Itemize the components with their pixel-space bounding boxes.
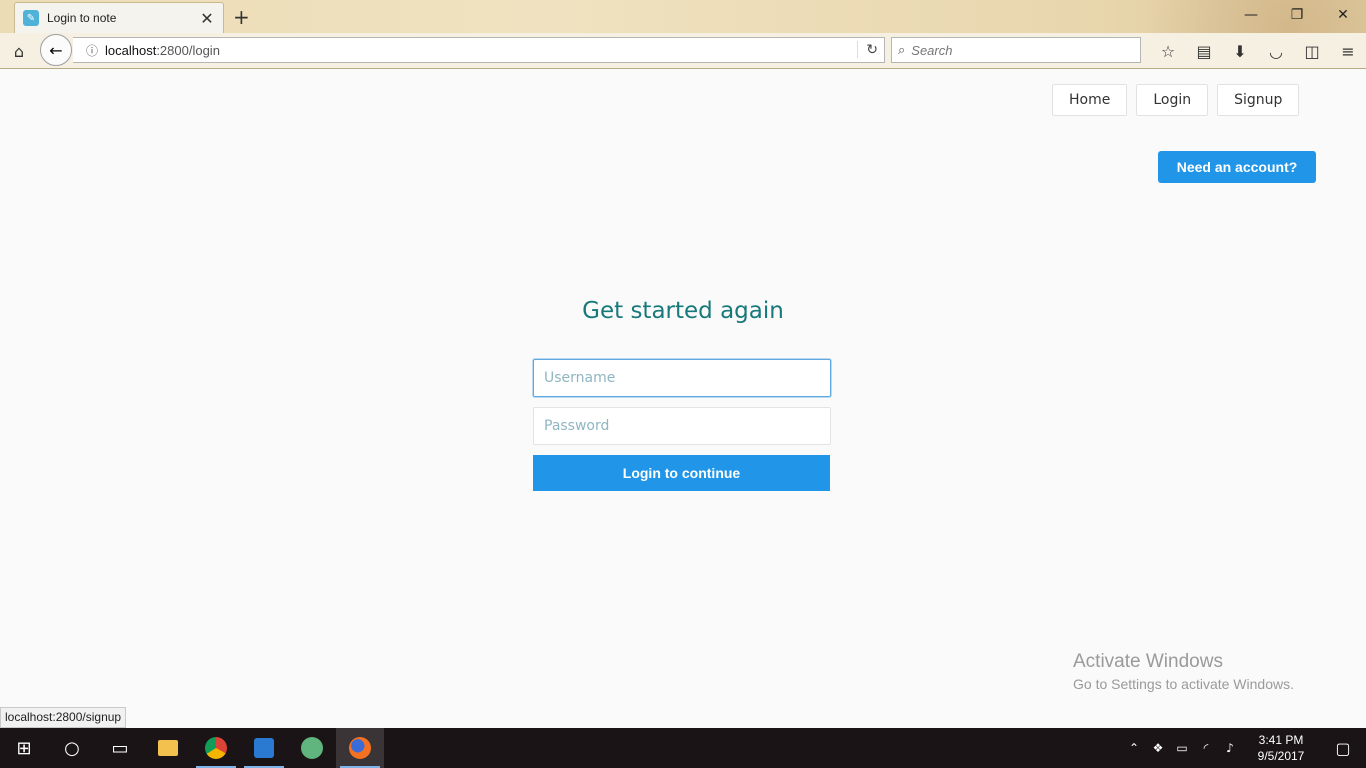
browser-home-icon[interactable]: ⌂ <box>4 36 34 66</box>
menu-icon[interactable]: ≡ <box>1330 36 1366 66</box>
action-center-icon[interactable]: ▢ <box>1320 739 1366 758</box>
reading-list-icon[interactable]: ▤ <box>1186 36 1222 66</box>
url-bar[interactable]: ⓘ localhost:2800/login ↻ <box>73 37 885 63</box>
status-url: localhost:2800/signup <box>0 707 127 728</box>
show-hidden-icons-icon[interactable]: ⌃ <box>1122 741 1146 755</box>
close-window-icon[interactable]: ✕ <box>1320 0 1366 30</box>
clock-time: 3:41 PM <box>1258 733 1304 747</box>
taskbar: ⊞ ○ ▭ ⌃ ❖ ▭ ◜ ♪ 3:41 PM 9/5/2017 ▢ <box>0 728 1366 768</box>
login-button[interactable]: Login to continue <box>533 455 830 491</box>
tab-title: Login to note <box>47 11 117 25</box>
battery-icon[interactable]: ▭ <box>1170 741 1194 755</box>
file-explorer-icon[interactable] <box>144 728 192 768</box>
activate-windows-watermark: Activate Windows Go to Settings to activ… <box>1073 651 1294 692</box>
download-icon[interactable]: ⬇ <box>1222 36 1258 66</box>
search-bar[interactable]: ⌕ Search <box>891 37 1141 63</box>
top-navigation: Home Login Signup <box>1052 84 1300 116</box>
toolbar-icons: ☆ ▤ ⬇ ◡ ◫ ≡ <box>1150 36 1366 66</box>
page-content: Home Login Signup Need an account? Get s… <box>0 69 1366 728</box>
task-view-icon[interactable]: ▭ <box>96 728 144 768</box>
reload-icon[interactable]: ↻ <box>857 41 878 58</box>
nav-signup-link[interactable]: Signup <box>1217 84 1300 116</box>
clock[interactable]: 3:41 PM 9/5/2017 <box>1242 732 1320 764</box>
atom-icon[interactable] <box>288 728 336 768</box>
need-account-button[interactable]: Need an account? <box>1158 151 1316 183</box>
system-tray: ⌃ ❖ ▭ ◜ ♪ 3:41 PM 9/5/2017 ▢ <box>1122 728 1366 768</box>
bookmark-star-icon[interactable]: ☆ <box>1150 36 1186 66</box>
nav-login-link[interactable]: Login <box>1136 84 1209 116</box>
url-text: localhost:2800/login <box>105 43 220 58</box>
watermark-subtitle: Go to Settings to activate Windows. <box>1073 676 1294 692</box>
browser-tab[interactable]: ✎ Login to note ✕ <box>14 2 224 33</box>
search-icon: ⌕ <box>898 42 906 57</box>
tab-close-icon[interactable]: ✕ <box>199 9 215 28</box>
window-controls: — ❐ ✕ <box>1228 0 1366 30</box>
watermark-title: Activate Windows <box>1073 651 1223 672</box>
cortana-icon[interactable]: ○ <box>48 728 96 768</box>
firefox-icon[interactable] <box>336 728 384 768</box>
tab-favicon-icon: ✎ <box>23 10 39 26</box>
site-info-icon[interactable]: ⓘ <box>79 42 105 59</box>
url-host: localhost <box>105 42 157 58</box>
sidebar-icon[interactable]: ◫ <box>1294 36 1330 66</box>
minimize-icon[interactable]: — <box>1228 0 1274 30</box>
url-path: :2800/login <box>156 42 220 58</box>
password-input[interactable] <box>533 407 831 445</box>
nav-home-link[interactable]: Home <box>1052 84 1128 116</box>
browser-tab-strip: ✎ Login to note ✕ + — ❐ ✕ <box>0 0 1366 69</box>
windows-start-icon[interactable]: ⊞ <box>0 728 48 768</box>
vscode-icon[interactable] <box>240 728 288 768</box>
chrome-icon[interactable] <box>192 728 240 768</box>
wifi-icon[interactable]: ◜ <box>1194 741 1218 755</box>
browser-toolbar: ⌂ ← ⓘ localhost:2800/login ↻ ⌕ Search ☆ … <box>0 33 1366 69</box>
form-heading: Get started again <box>582 298 784 324</box>
dropbox-icon[interactable]: ❖ <box>1146 741 1170 755</box>
new-tab-icon[interactable]: + <box>233 5 250 29</box>
clock-date: 9/5/2017 <box>1257 749 1305 763</box>
restore-icon[interactable]: ❐ <box>1274 0 1320 30</box>
username-input[interactable] <box>533 359 831 397</box>
volume-icon[interactable]: ♪ <box>1218 741 1242 755</box>
back-arrow-icon[interactable]: ← <box>40 34 72 66</box>
search-placeholder: Search <box>911 42 953 58</box>
pocket-icon[interactable]: ◡ <box>1258 36 1294 66</box>
